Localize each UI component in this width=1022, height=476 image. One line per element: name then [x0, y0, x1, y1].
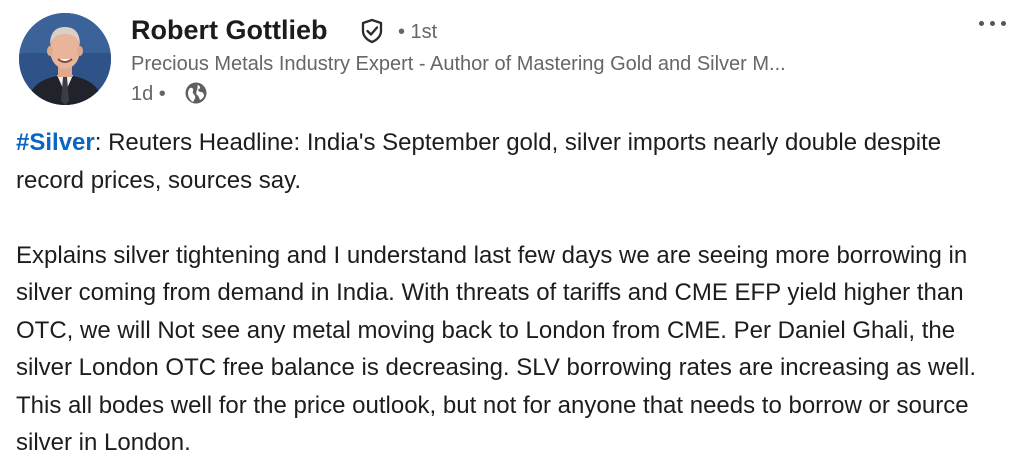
post-paragraph-1: #Silver: Reuters Headline: India's Septe… [16, 124, 1011, 199]
author-name[interactable]: Robert Gottlieb [131, 12, 328, 48]
connection-degree: • 1st [398, 21, 438, 43]
author-avatar[interactable] [19, 13, 111, 105]
more-options-button[interactable] [972, 10, 1012, 36]
more-options-icon [978, 20, 984, 26]
hashtag-link[interactable]: #Silver [16, 129, 95, 156]
linkedin-post: Robert Gottlieb • 1st Precious Metals In… [0, 0, 1022, 476]
post-timestamp: 1d • [131, 83, 166, 105]
globe-icon [185, 82, 207, 104]
post-paragraph-2: Explains silver tightening and I underst… [16, 241, 977, 457]
verified-icon [361, 18, 383, 44]
author-photo [19, 13, 111, 105]
post-headline-text: : Reuters Headline: India's September go… [16, 129, 942, 194]
post-body: #Silver: Reuters Headline: India's Septe… [16, 124, 1011, 462]
author-headline: Precious Metals Industry Expert - Author… [131, 53, 786, 75]
